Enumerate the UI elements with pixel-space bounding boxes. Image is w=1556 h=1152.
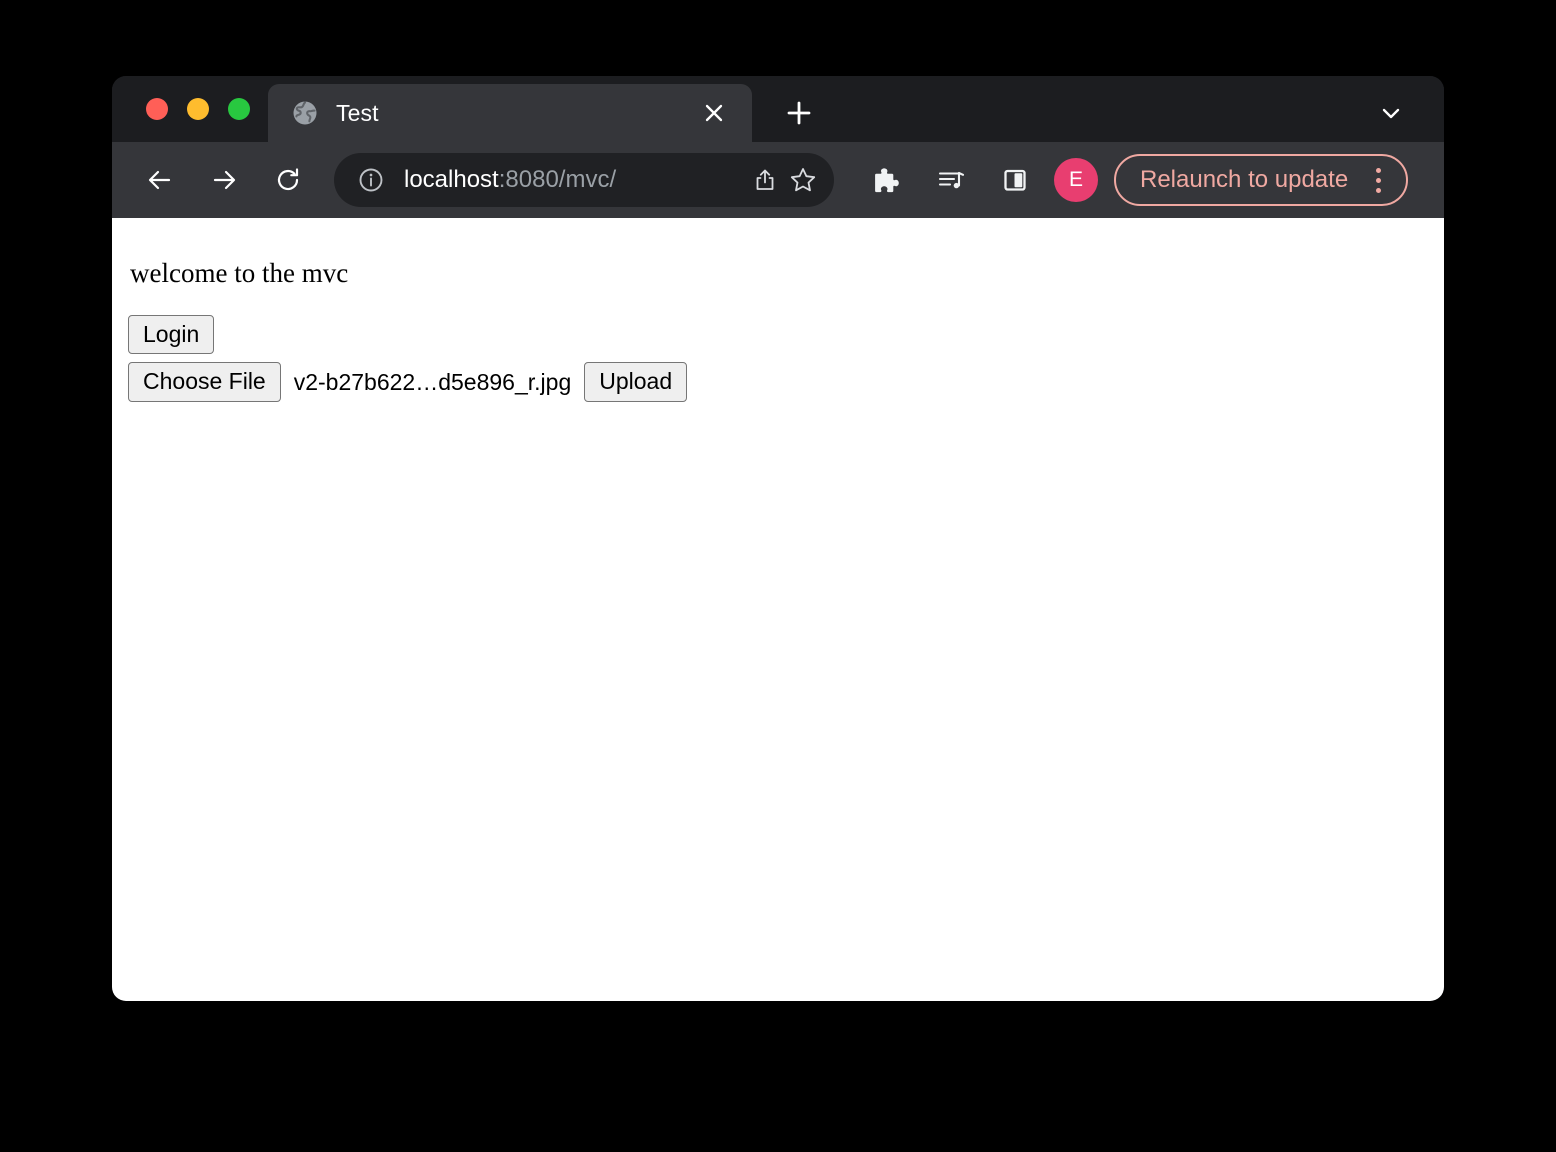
window-controls (112, 76, 268, 142)
url-path: :8080/mvc/ (498, 166, 617, 193)
address-bar[interactable]: localhost:8080/mvc/ (334, 153, 834, 207)
relaunch-label: Relaunch to update (1140, 166, 1349, 193)
tab-strip: Test (112, 76, 1444, 142)
forward-arrow-icon[interactable] (198, 154, 250, 206)
globe-icon (290, 98, 320, 128)
browser-toolbar: localhost:8080/mvc/ E Relaunch to update (112, 142, 1444, 218)
page-heading: welcome to the mvc (130, 258, 349, 288)
reload-icon[interactable] (262, 154, 314, 206)
info-circle-icon[interactable] (352, 161, 390, 199)
kebab-dot (1375, 187, 1381, 193)
kebab-dot (1375, 177, 1381, 183)
zoom-window-button[interactable] (228, 98, 250, 120)
close-tab-button[interactable] (692, 91, 736, 135)
puzzle-piece-icon[interactable] (862, 155, 912, 205)
minimize-window-button[interactable] (187, 98, 209, 120)
avatar[interactable]: E (1054, 158, 1098, 202)
url-text: localhost:8080/mvc/ (404, 166, 746, 194)
new-tab-button[interactable] (772, 86, 826, 140)
share-icon[interactable] (746, 161, 784, 199)
chevron-down-icon[interactable] (1366, 88, 1416, 138)
choose-file-button[interactable]: Choose File (128, 362, 281, 402)
avatar-initial: E (1068, 168, 1083, 191)
kebab-dot (1375, 167, 1381, 173)
close-window-button[interactable] (146, 98, 168, 120)
url-host: localhost (404, 166, 499, 193)
file-upload-row: Choose File v2-b27b622…d5e896_r.jpg Uplo… (128, 362, 1444, 402)
back-arrow-icon[interactable] (134, 154, 186, 206)
page-form-area: Login Choose File v2-b27b622…d5e896_r.jp… (112, 289, 1444, 402)
browser-window: Test localhost:8080/mvc/ E Relaunch to u… (112, 76, 1444, 1001)
star-icon[interactable] (784, 161, 822, 199)
kebab-menu-icon[interactable] (1360, 158, 1396, 202)
selected-file-name: v2-b27b622…d5e896_r.jpg (293, 368, 572, 395)
upload-button[interactable]: Upload (584, 362, 688, 402)
page-viewport: welcome to the mvc Login Choose File v2-… (112, 218, 1444, 1001)
browser-tab-test[interactable]: Test (268, 84, 752, 142)
tab-title: Test (336, 99, 379, 126)
media-playlist-icon[interactable] (926, 155, 976, 205)
login-button[interactable]: Login (128, 315, 215, 355)
side-panel-icon[interactable] (990, 155, 1040, 205)
relaunch-to-update-button[interactable]: Relaunch to update (1114, 154, 1409, 206)
